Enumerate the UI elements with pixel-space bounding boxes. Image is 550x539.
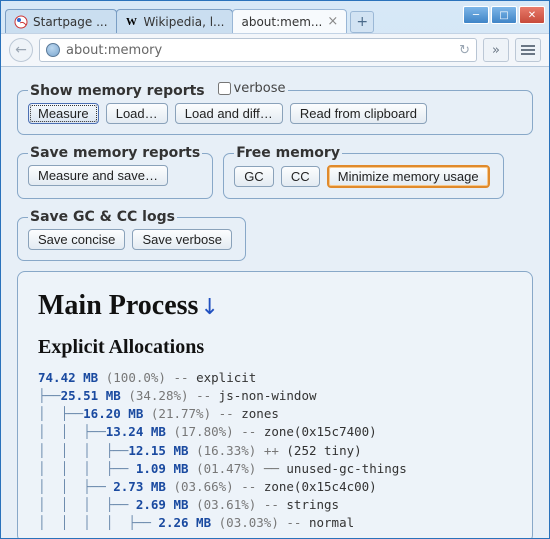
favicon-startpage [14, 15, 28, 29]
panel-title: Free memory [234, 145, 342, 161]
close-window-button[interactable]: ✕ [519, 6, 545, 24]
verbose-checkbox[interactable] [218, 82, 231, 95]
section-title: Explicit Allocations [38, 336, 512, 359]
arrow-left-icon: ← [15, 42, 27, 58]
verbose-checkbox-wrap[interactable]: verbose [218, 81, 286, 96]
load-button[interactable]: Load… [106, 103, 168, 124]
window-controls: ─ □ ✕ [463, 5, 545, 24]
save-memory-panel: Save memory reports Measure and save… [17, 145, 213, 199]
cc-button[interactable]: CC [281, 166, 320, 187]
hamburger-icon [521, 45, 535, 55]
url-text: about:memory [66, 43, 453, 58]
url-bar[interactable]: about:memory ↻ [39, 38, 477, 62]
menu-button[interactable] [515, 38, 541, 62]
tab-about-memory[interactable]: about:mem... × [232, 9, 347, 33]
tab-strip: Startpage ... W Wikipedia, l... about:me… [5, 9, 463, 33]
panel-title: Save memory reports [28, 145, 202, 161]
new-tab-button[interactable]: + [350, 11, 374, 33]
memory-report: Main Process↓ Explicit Allocations 74.42… [17, 271, 533, 538]
tab-label: Startpage ... [33, 15, 108, 29]
read-clipboard-button[interactable]: Read from clipboard [290, 103, 427, 124]
maximize-window-button[interactable]: □ [491, 6, 517, 24]
minimize-memory-button[interactable]: Minimize memory usage [327, 165, 490, 188]
panel-title: Save GC & CC logs [28, 209, 177, 225]
anchor-link[interactable]: ↓ [200, 295, 218, 320]
tab-wikipedia[interactable]: W Wikipedia, l... [116, 9, 234, 33]
maximize-icon: □ [499, 10, 508, 21]
verbose-label: verbose [234, 81, 286, 96]
page-content: Show memory reports verbose Measure Load… [1, 67, 549, 538]
minimize-window-button[interactable]: ─ [463, 6, 489, 24]
favicon-wikipedia: W [125, 15, 139, 29]
tab-label: about:mem... [241, 15, 322, 29]
chevron-right-icon: » [492, 43, 500, 58]
panel-title: Show memory reports verbose [28, 81, 288, 99]
save-logs-panel: Save GC & CC logs Save concise Save verb… [17, 209, 246, 261]
allocation-tree: 74.42 MB (100.0%) -- explicit ├──25.51 M… [38, 369, 512, 532]
free-memory-panel: Free memory GC CC Minimize memory usage [223, 145, 503, 199]
plus-icon: + [356, 14, 368, 30]
navbar: ← about:memory ↻ » [1, 33, 549, 67]
back-button[interactable]: ← [9, 38, 33, 62]
measure-button[interactable]: Measure [28, 103, 99, 124]
minimize-icon: ─ [473, 10, 479, 21]
load-diff-button[interactable]: Load and diff… [175, 103, 283, 124]
globe-icon [46, 43, 60, 57]
close-icon: ✕ [528, 10, 536, 21]
titlebar: Startpage ... W Wikipedia, l... about:me… [1, 1, 549, 33]
report-title: Main Process [38, 290, 198, 321]
close-tab-icon[interactable]: × [327, 14, 338, 29]
save-verbose-button[interactable]: Save verbose [132, 229, 232, 250]
window-frame: Startpage ... W Wikipedia, l... about:me… [0, 0, 550, 539]
gc-button[interactable]: GC [234, 166, 274, 187]
tab-startpage[interactable]: Startpage ... [5, 9, 117, 33]
reload-icon[interactable]: ↻ [459, 43, 470, 58]
tab-label: Wikipedia, l... [144, 15, 225, 29]
save-concise-button[interactable]: Save concise [28, 229, 125, 250]
show-memory-panel: Show memory reports verbose Measure Load… [17, 81, 533, 135]
measure-save-button[interactable]: Measure and save… [28, 165, 168, 186]
overflow-button[interactable]: » [483, 38, 509, 62]
